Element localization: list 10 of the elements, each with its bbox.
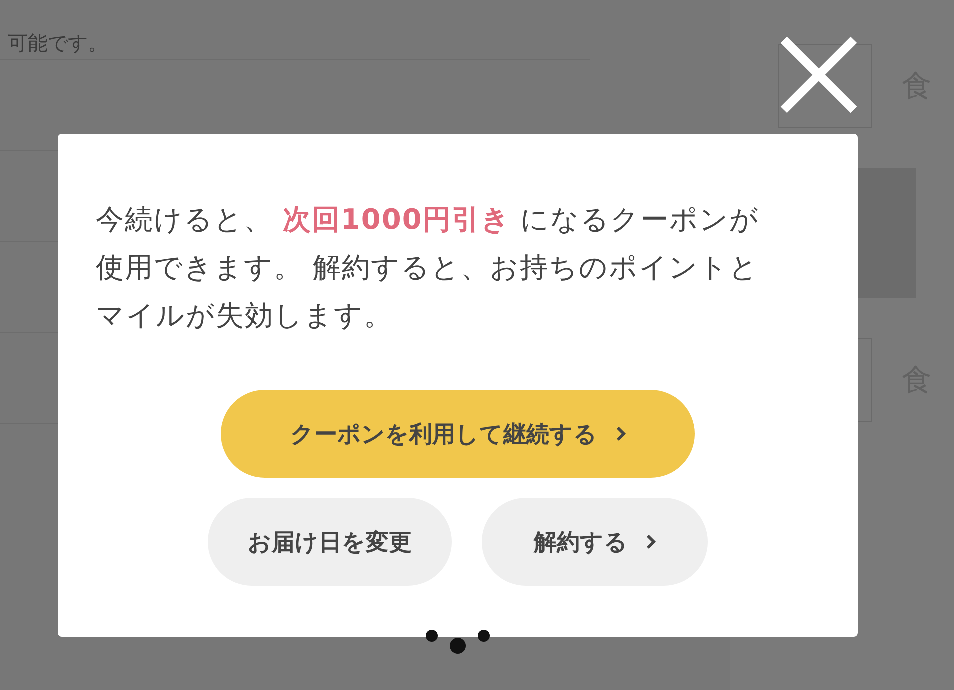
select-box[interactable] [778, 44, 872, 128]
chevron-right-icon [646, 534, 656, 550]
action-button[interactable]: 解約する [482, 498, 708, 586]
action-button[interactable]: お届け日を変更 [208, 498, 452, 586]
loading-dots-icon [426, 630, 490, 654]
notice-text: 可能です。 [0, 0, 590, 60]
close-icon[interactable] [780, 36, 858, 114]
chevron-right-icon [616, 426, 626, 442]
action-button[interactable]: クーポンを利用して継続する [221, 390, 695, 478]
dialog-message: 今続けると、 次回1000円引き になるクーポンが使用できます。 解約すると、お持ちのポイントとマイルが失効します。 [96, 202, 761, 334]
